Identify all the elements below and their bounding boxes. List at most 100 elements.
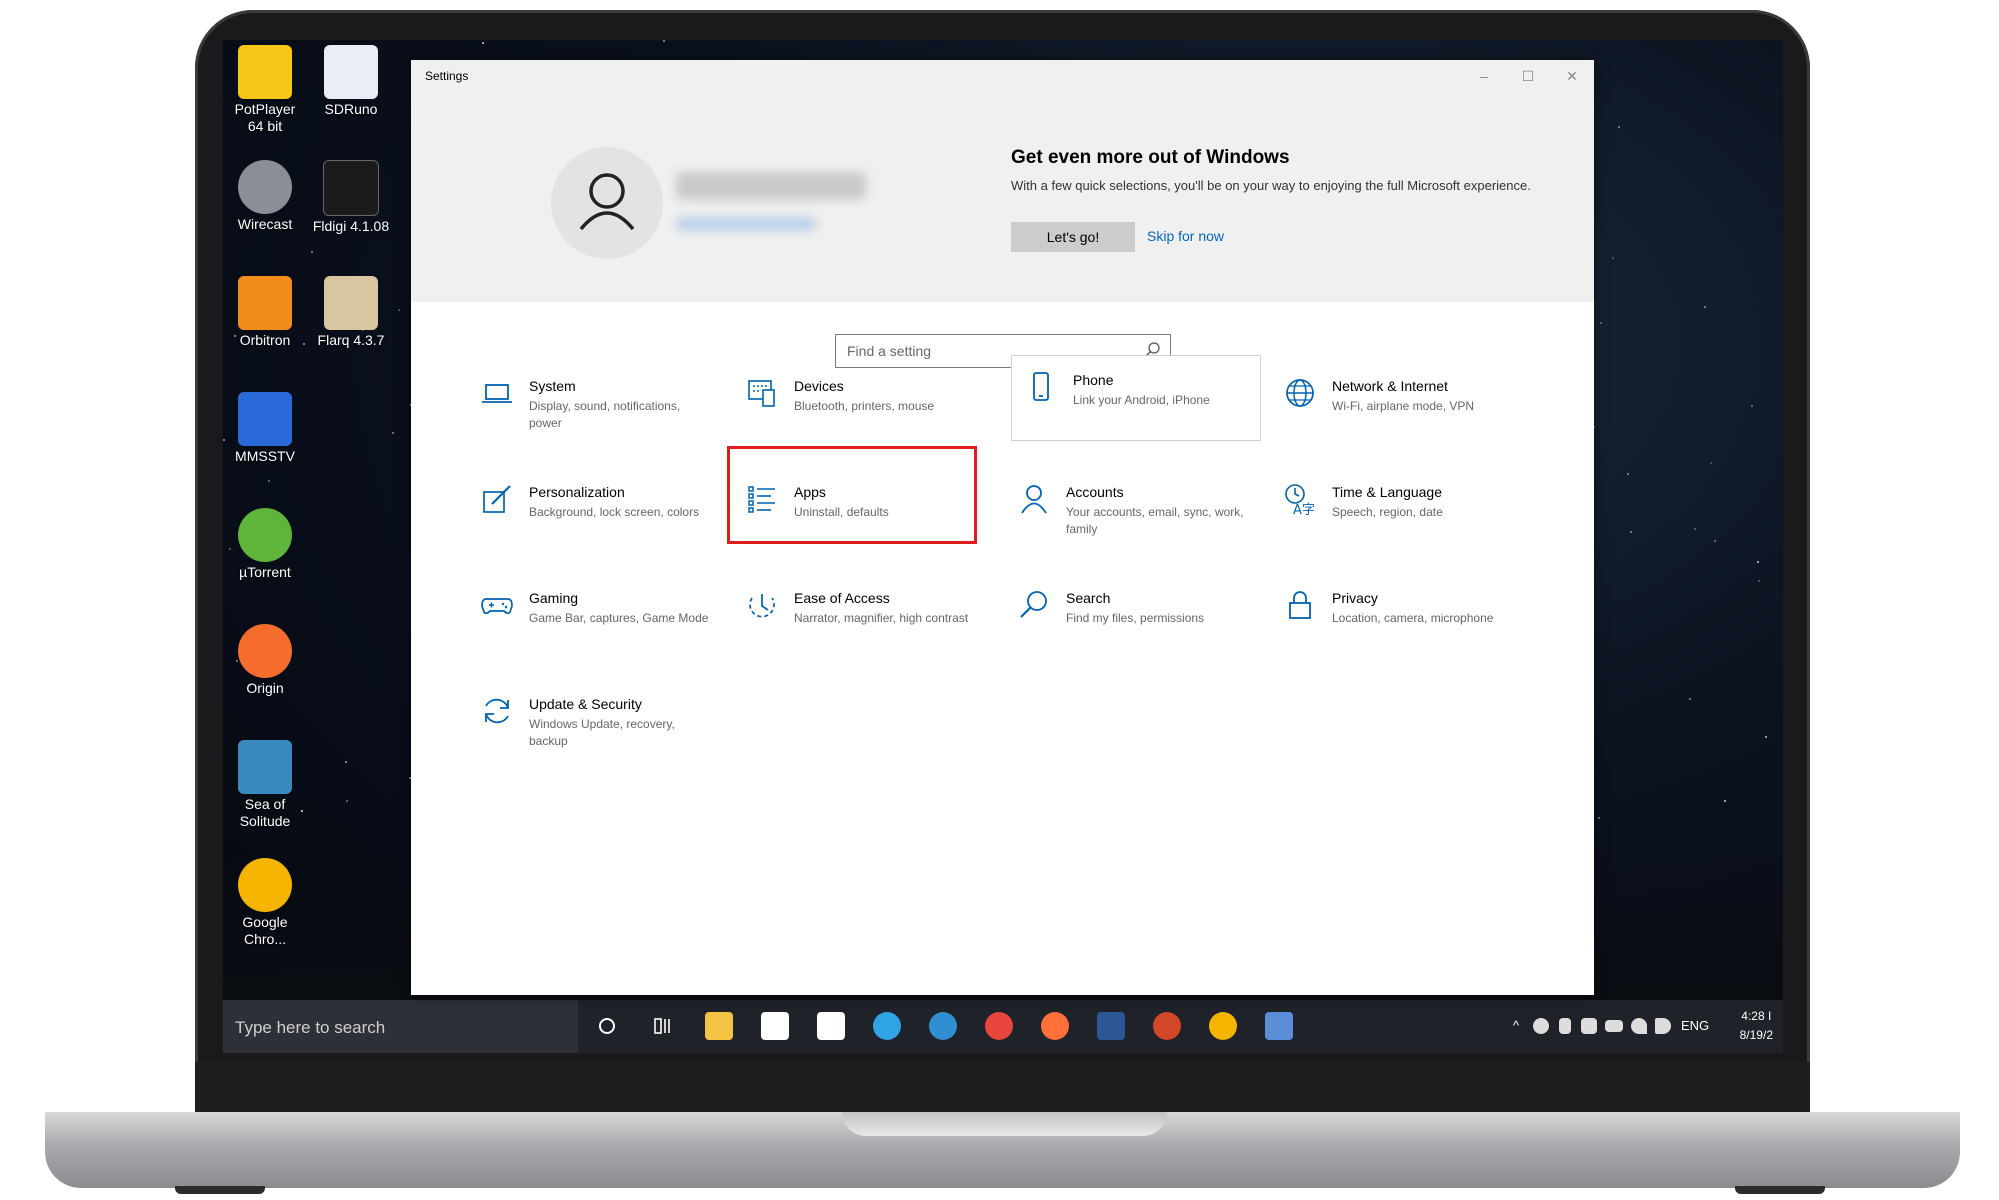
category-personalization[interactable]: Personalization Background, lock screen,… — [466, 468, 714, 552]
lets-go-button[interactable]: Let's go! — [1011, 222, 1135, 252]
category-name: Personalization — [529, 484, 625, 500]
phone-icon — [1033, 372, 1049, 401]
origin-icon — [238, 624, 292, 678]
category-privacy[interactable]: Privacy Location, camera, microphone — [1269, 574, 1517, 658]
remote-desktop-icon[interactable] — [1265, 1012, 1293, 1040]
category-update-security[interactable]: Update & Security Windows Update, recove… — [466, 680, 714, 764]
star-decoration — [1703, 306, 1706, 309]
tray-app-icon[interactable] — [1533, 1018, 1549, 1034]
category-time-language[interactable]: A字 Time & Language Speech, region, date — [1269, 468, 1517, 552]
star-decoration — [310, 250, 313, 253]
desktop-icon-wirecast[interactable]: Wirecast — [225, 160, 305, 233]
desktop-icon-flarq[interactable]: Flarq 4.3.7 — [311, 276, 391, 349]
avatar[interactable] — [551, 147, 663, 259]
star-decoration — [1764, 735, 1767, 738]
category-name: Search — [1066, 590, 1111, 606]
store-icon[interactable] — [761, 1012, 789, 1040]
promo-description: With a few quick selections, you'll be o… — [1011, 178, 1531, 193]
tray-chevron-up-icon[interactable]: ^ — [1513, 1018, 1519, 1033]
word-icon[interactable] — [1097, 1012, 1125, 1040]
chrome-canary-icon[interactable] — [1209, 1012, 1237, 1040]
globe-icon — [1286, 379, 1314, 407]
gamepad-icon — [481, 598, 513, 615]
tray-volume-icon[interactable] — [1655, 1018, 1671, 1034]
star-decoration — [482, 42, 485, 45]
time-language-icon: A字 — [1285, 484, 1315, 516]
category-devices[interactable]: Devices Bluetooth, printers, mouse — [731, 362, 979, 446]
desktop-icon-utorrent[interactable]: µTorrent — [225, 508, 305, 581]
edge-icon[interactable] — [873, 1012, 901, 1040]
tray-wifi-icon[interactable] — [1631, 1018, 1647, 1034]
category-name: Network & Internet — [1332, 378, 1448, 394]
desktop-icon-potplayer[interactable]: PotPlayer 64 bit — [225, 45, 305, 135]
utorrent-icon — [238, 508, 292, 562]
category-desc: Wi-Fi, airplane mode, VPN — [1332, 399, 1475, 413]
star-decoration — [1612, 256, 1615, 259]
desktop-icon-origin[interactable]: Origin — [225, 624, 305, 697]
task-view-icon[interactable] — [648, 1012, 676, 1040]
category-desc: Speech, region, date — [1332, 505, 1443, 519]
category-gaming[interactable]: Gaming Game Bar, captures, Game Mode — [466, 574, 714, 658]
mail-icon[interactable] — [817, 1012, 845, 1040]
account-email-blurred — [676, 217, 816, 231]
star-decoration — [1723, 800, 1726, 803]
ease-of-access-icon — [749, 594, 775, 618]
tray-date: 8/19/2 — [1739, 1028, 1773, 1042]
category-system[interactable]: System Display, sound, notifications, po… — [466, 362, 714, 446]
chrome-taskbar-icon[interactable] — [985, 1012, 1013, 1040]
tray-usb-icon[interactable] — [1559, 1018, 1571, 1034]
desktop-icon-label: Google Chro... — [242, 914, 288, 947]
laptop-foot-left — [175, 1186, 265, 1194]
desktop-icon-orbitron[interactable]: Orbitron — [225, 276, 305, 349]
taskbar-search-box[interactable]: Type here to search — [223, 1000, 578, 1053]
maximize-button[interactable]: ☐ — [1508, 64, 1548, 88]
star-decoration — [344, 760, 347, 763]
category-phone[interactable]: Phone Link your Android, iPhone — [1011, 355, 1261, 441]
category-desc: Link your Android, iPhone — [1073, 393, 1210, 407]
star-decoration — [1758, 580, 1761, 583]
star-decoration — [662, 40, 665, 43]
star-decoration — [1689, 698, 1692, 701]
star-decoration — [1599, 322, 1602, 325]
settings-titlebar: Settings – ☐ ✕ — [411, 60, 1594, 92]
tray-defender-icon[interactable] — [1581, 1018, 1597, 1034]
desktop-icon-label: SDRuno — [324, 101, 378, 117]
taskbar-search-placeholder: Type here to search — [235, 1018, 386, 1037]
edge-dev-icon[interactable] — [929, 1012, 957, 1040]
minimize-button[interactable]: – — [1464, 64, 1504, 88]
star-decoration — [1597, 817, 1600, 820]
tray-language[interactable]: ENG — [1681, 1018, 1709, 1033]
category-desc: Find my files, permissions — [1066, 611, 1205, 625]
category-desc: Narrator, magnifier, high contrast — [794, 611, 969, 625]
promo-title: Get even more out of Windows — [1011, 147, 1290, 168]
skip-for-now-link[interactable]: Skip for now — [1147, 228, 1224, 244]
desktop-icon-label: Fldigi 4.1.08 — [312, 218, 390, 234]
lock-icon — [1289, 591, 1311, 619]
category-accounts[interactable]: Accounts Your accounts, email, sync, wor… — [1003, 468, 1251, 552]
desktop-icon-fldigi[interactable]: Fldigi 4.1.08 — [311, 160, 391, 235]
desktop-icon-mmsstv[interactable]: MMSSTV — [225, 392, 305, 465]
desktop-icon-google-chrome[interactable]: Google Chro... — [225, 858, 305, 948]
laptop-foot-right — [1735, 1186, 1825, 1194]
category-name: Gaming — [529, 590, 579, 606]
category-search[interactable]: Search Find my files, permissions — [1003, 574, 1251, 658]
laptop-notch — [842, 1112, 1167, 1136]
close-button[interactable]: ✕ — [1552, 64, 1592, 88]
category-desc: Your accounts, email, sync, work, family — [1066, 505, 1244, 536]
desktop-icon-sdruno[interactable]: SDRuno — [311, 45, 391, 118]
desktop-icon-sea-of-solitude[interactable]: Sea of Solitude — [225, 740, 305, 830]
powerpoint-icon[interactable] — [1153, 1012, 1181, 1040]
firefox-icon[interactable] — [1041, 1012, 1069, 1040]
tray-battery-icon[interactable] — [1605, 1020, 1623, 1032]
star-decoration — [1757, 560, 1760, 563]
desktop-icon-label: µTorrent — [239, 564, 291, 580]
person-icon — [1021, 485, 1047, 514]
tray-clock[interactable]: 4:28 I 8/19/2 — [1740, 1007, 1773, 1045]
svg-text:A字: A字 — [1293, 503, 1315, 516]
cortana-icon[interactable] — [593, 1012, 621, 1040]
file-explorer-icon[interactable] — [705, 1012, 733, 1040]
taskbar: Type here to search ^ ENG 4:28 I 8/19/2 — [223, 1000, 1783, 1053]
category-network-internet[interactable]: Network & Internet Wi-Fi, airplane mode,… — [1269, 362, 1517, 446]
category-ease-of-access[interactable]: Ease of Access Narrator, magnifier, high… — [731, 574, 979, 658]
star-decoration — [1693, 528, 1696, 531]
